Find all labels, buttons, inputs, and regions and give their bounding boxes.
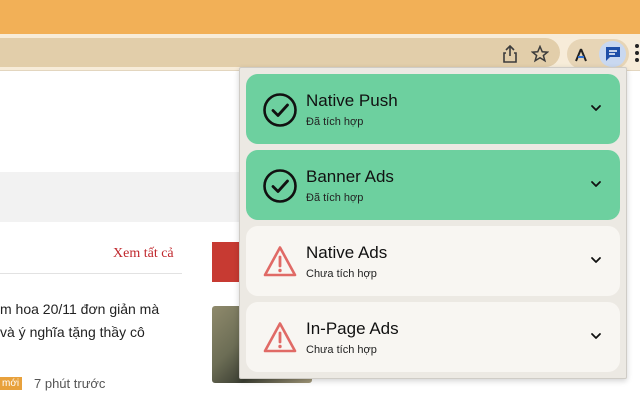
check-circle-icon xyxy=(263,93,297,127)
extension-popup: Native Push Đã tích hợp Banner Ads Đã tí… xyxy=(239,67,627,379)
see-all-link[interactable]: Xem tất cả xyxy=(113,246,174,262)
check-circle-icon xyxy=(263,169,297,203)
extension-icon[interactable] xyxy=(570,43,592,65)
integration-card-native-ads[interactable]: Native Ads Chưa tích hợp xyxy=(246,226,620,296)
new-badge: mới xyxy=(0,377,22,390)
article-title-line-2[interactable]: và ý nghĩa tặng thầy cô xyxy=(0,324,145,340)
warning-icon xyxy=(263,322,297,353)
chevron-down-icon[interactable] xyxy=(589,330,603,342)
bookmark-star-icon[interactable] xyxy=(529,43,551,65)
chevron-down-icon[interactable] xyxy=(589,254,603,266)
card-status: Đã tích hợp xyxy=(306,192,364,204)
integration-card-in-page-ads[interactable]: In-Page Ads Chưa tích hợp xyxy=(246,302,620,372)
tab-strip xyxy=(0,0,640,34)
red-banner xyxy=(212,242,242,282)
more-icon[interactable] xyxy=(634,44,640,64)
card-status: Đã tích hợp xyxy=(306,116,364,128)
card-title: Banner Ads xyxy=(306,167,394,186)
warning-icon xyxy=(263,246,297,277)
integration-card-native-push[interactable]: Native Push Đã tích hợp xyxy=(246,74,620,144)
chevron-down-icon[interactable] xyxy=(589,102,603,114)
integration-card-banner-ads[interactable]: Banner Ads Đã tích hợp xyxy=(246,150,620,220)
card-status: Chưa tích hợp xyxy=(306,344,377,356)
chevron-down-icon[interactable] xyxy=(589,178,603,190)
card-title: Native Push xyxy=(306,91,398,110)
divider xyxy=(0,273,182,274)
chat-extension-icon[interactable] xyxy=(602,43,624,65)
card-status: Chưa tích hợp xyxy=(306,268,377,280)
article-time: 7 phút trước xyxy=(34,376,106,391)
card-title: In-Page Ads xyxy=(306,319,399,338)
address-bar[interactable] xyxy=(0,38,560,67)
article-title-line-1[interactable]: m hoa 20/11 đơn giản mà xyxy=(0,301,159,317)
share-icon[interactable] xyxy=(499,43,521,65)
page-band xyxy=(0,172,240,222)
card-title: Native Ads xyxy=(306,243,388,262)
